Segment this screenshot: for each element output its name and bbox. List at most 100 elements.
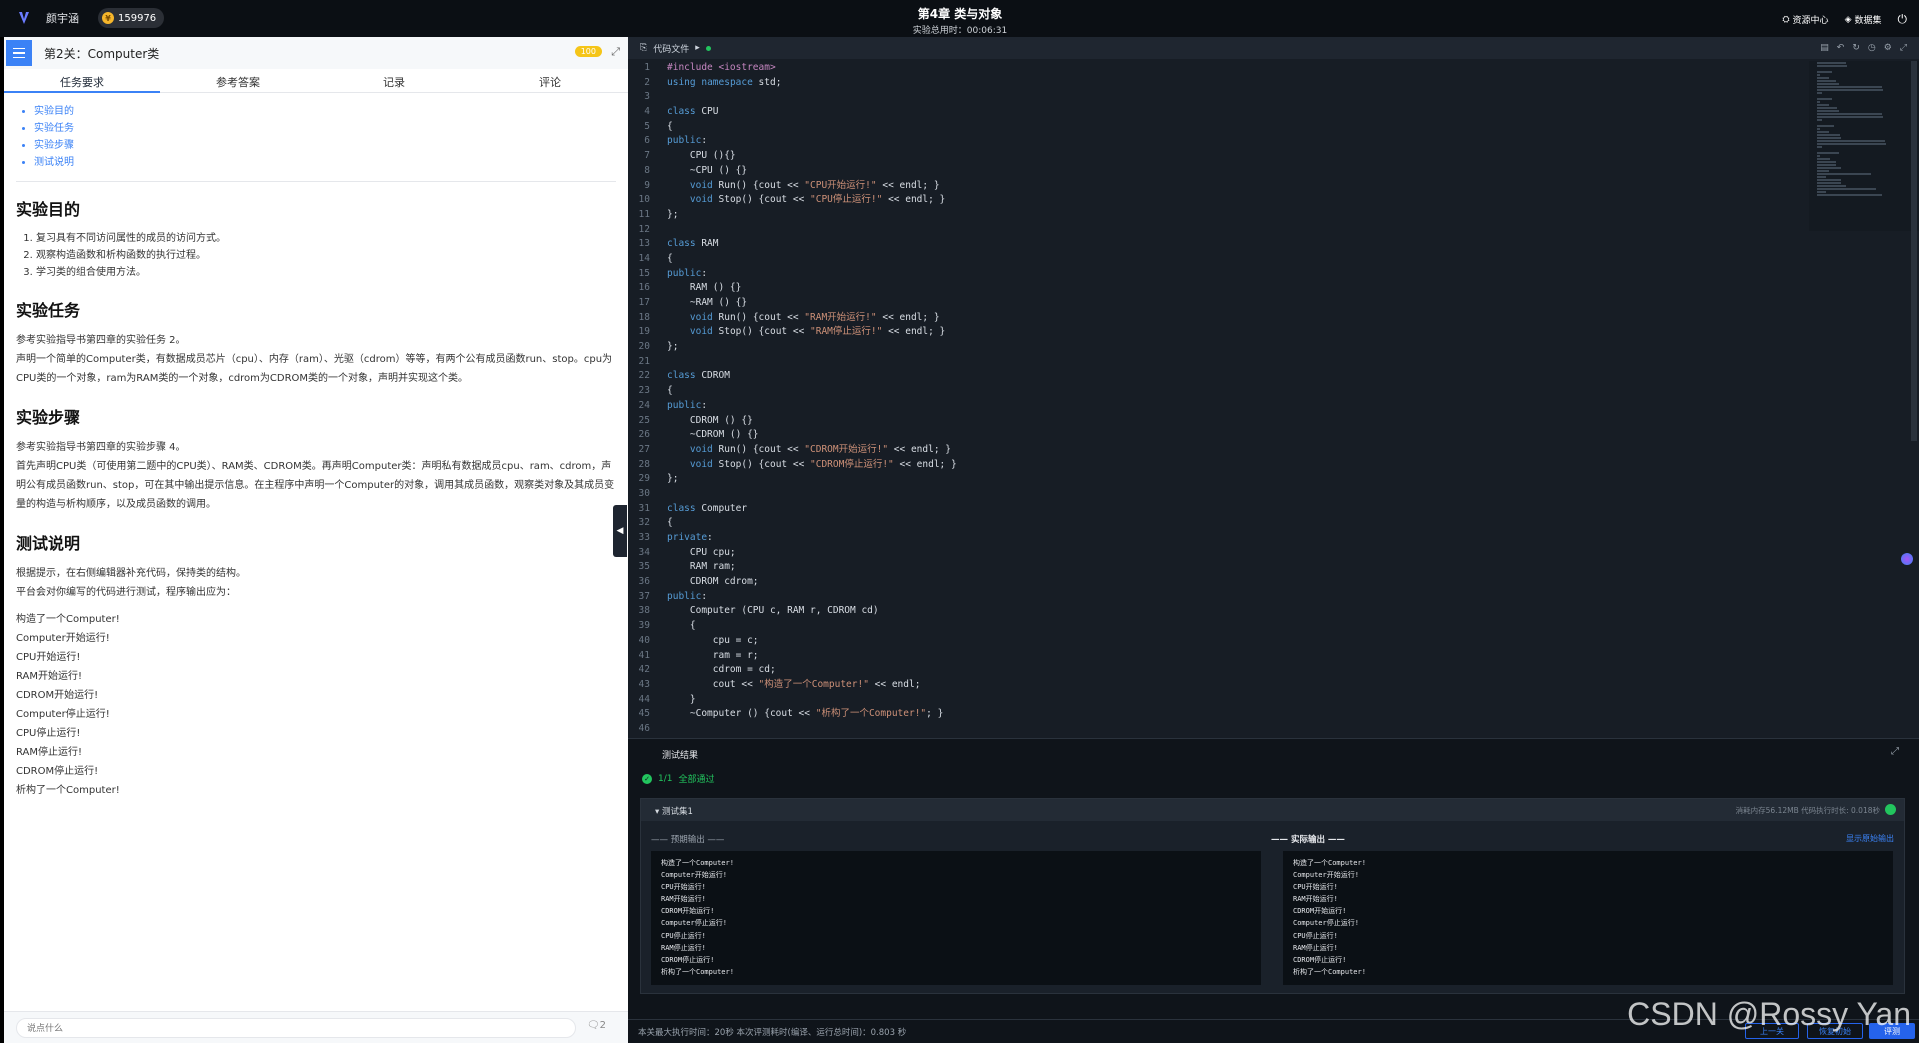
output-line: RAM停止运行! [1293,943,1338,952]
code-line[interactable]: 44 } [628,693,1788,708]
tab-requirements[interactable]: 任务要求 [4,69,160,93]
coin-balance[interactable]: ¥ 159976 [98,8,165,28]
minimap-line [1817,83,1839,85]
code-line[interactable]: 18 void Run() {cout << "RAM开始运行!" << end… [628,311,1788,326]
toc-link-steps[interactable]: 实验步骤 [34,140,74,151]
menu-button[interactable] [6,40,32,66]
code-text: ~Computer () {cout << "析构了一个Computer!"; … [667,708,944,720]
resource-center-link[interactable]: ⛭ 资源中心 [1782,13,1828,27]
comment-count[interactable]: 🗨2 [587,1020,606,1031]
expected-output-label: —— 预期输出 —— [651,835,725,845]
file-tab[interactable]: ⎘ 代码文件 ▸ [640,42,711,55]
code-line[interactable]: 41 ram = r; [628,649,1788,664]
history-icon[interactable]: ◷ [1868,43,1876,53]
minimap-line [1817,158,1831,160]
code-line[interactable]: 14 { [628,252,1788,267]
code-line[interactable]: 16 RAM () {} [628,281,1788,296]
test-case-panel: ▾ 测试集1 消耗内存56.12MB 代码执行时长: 0.018秒 —— 预期输… [640,798,1905,994]
code-line[interactable]: 6 public: [628,134,1788,149]
code-line[interactable]: 22 class CDROM [628,369,1788,384]
run-icon[interactable]: ▸ [695,43,700,53]
code-line[interactable]: 21 [628,355,1788,370]
code-text: #include <iostream> [667,62,776,73]
results-tab[interactable]: 测试结果 [662,748,698,761]
undo-icon[interactable]: ↶ [1837,43,1845,53]
minimap-line [1817,119,1822,121]
code-line[interactable]: 10 void Stop() {cout << "CPU停止运行!" << en… [628,193,1788,208]
expand-results-icon[interactable]: ⤢ [1891,746,1899,757]
code-line[interactable]: 24 public: [628,399,1788,414]
file-tab-label: 代码文件 [653,44,690,55]
minimap-line [1817,185,1846,187]
code-line[interactable]: 29}; [628,472,1788,487]
code-line[interactable]: 45 ~Computer () {cout << "析构了一个Computer!… [628,707,1788,722]
code-area[interactable]: 1 #include <iostream> 2 using namespace std… [628,61,1788,736]
code-line[interactable]: 13 class RAM [628,237,1788,252]
code-line[interactable]: 43 cout << "构造了一个Computer!" << endl; [628,678,1788,693]
code-line[interactable]: 30 [628,487,1788,502]
comment-input[interactable] [16,1018,576,1038]
minimap-line [1817,194,1882,196]
code-line[interactable]: 19 void Stop() {cout << "RAM停止运行!" << en… [628,325,1788,340]
code-line[interactable]: 33 private: [628,531,1788,546]
code-line[interactable]: 20}; [628,340,1788,355]
code-line[interactable]: 4 class CPU [628,105,1788,120]
code-line[interactable]: 46 [628,722,1788,737]
toc-link-test[interactable]: 测试说明 [34,157,74,168]
tab-reference-answer[interactable]: 参考答案 [160,69,316,92]
code-line[interactable]: 9 void Run() {cout << "CPU开始运行!" << endl… [628,179,1788,194]
code-line[interactable]: 36 CDROM cdrom; [628,575,1788,590]
code-line[interactable]: 42 cdrom = cd; [628,663,1788,678]
ai-assistant-icon[interactable] [1901,553,1913,565]
code-line[interactable]: 12 [628,223,1788,238]
code-line[interactable]: 27 void Run() {cout << "CDROM开始运行!" << e… [628,443,1788,458]
code-line[interactable]: 2 using namespace std; [628,76,1788,91]
code-line[interactable]: 11}; [628,208,1788,223]
tab-records[interactable]: 记录 [316,69,472,92]
layout-icon[interactable]: ▤ [1820,43,1829,53]
username[interactable]: 颜宇涵 [46,10,79,26]
code-line[interactable]: 1 #include <iostream> [628,61,1788,76]
settings-icon[interactable]: ⚙ [1884,43,1892,53]
case-pass-icon [1885,804,1896,815]
output-line: RAM开始运行! [661,895,706,904]
line-number: 26 [638,429,650,441]
toc-link-purpose[interactable]: 实验目的 [34,106,74,117]
fullscreen-icon[interactable]: ⤢ [1900,43,1907,53]
line-number: 20 [638,341,650,353]
code-line[interactable]: 38 Computer (CPU c, RAM r, CDROM cd) [628,604,1788,619]
code-line[interactable]: 5{ [628,120,1788,135]
line-number: 43 [638,678,650,690]
code-line[interactable]: 34 CPU cpu; [628,546,1788,561]
toc-link-task[interactable]: 实验任务 [34,123,74,134]
tab-comments[interactable]: 评论 [472,69,628,92]
code-line[interactable]: 31 class Computer [628,502,1788,517]
dataset-link[interactable]: ◈ 数据集 [1845,13,1882,27]
code-line[interactable]: 3 [628,90,1788,105]
code-line[interactable]: 7 CPU (){} [628,149,1788,164]
minimap[interactable] [1809,61,1919,231]
show-raw-output-link[interactable]: 显示原始输出 [1846,833,1894,844]
expand-icon[interactable]: ⤢ [611,45,620,59]
code-line[interactable]: 35 RAM ram; [628,560,1788,575]
code-line[interactable]: 37 public: [628,590,1788,605]
code-line[interactable]: 40 cpu = c; [628,634,1788,649]
power-icon[interactable]: ⏻ [1898,12,1908,27]
code-line[interactable]: 32 { [628,516,1788,531]
code-line[interactable]: 17 ~RAM () {} [628,296,1788,311]
minimap-line [1817,74,1821,76]
editor-scrollbar[interactable] [1911,61,1917,441]
code-line[interactable]: 15 public: [628,267,1788,282]
code-line[interactable]: 8 ~CPU () {} [628,164,1788,179]
code-line[interactable]: 39 { [628,619,1788,634]
logo-icon[interactable] [16,10,32,26]
refresh-icon[interactable]: ↻ [1852,43,1860,53]
code-line[interactable]: 26 ~CDROM () {} [628,428,1788,443]
collapse-panel-handle[interactable]: ◀ [613,505,627,557]
minimap-line [1817,164,1836,166]
code-line[interactable]: 25 CDROM () {} [628,414,1788,429]
test-case-header[interactable]: ▾ 测试集1 消耗内存56.12MB 代码执行时长: 0.018秒 [641,799,1904,821]
code-line[interactable]: 28 void Stop() {cout << "CDROM停止运行!" << … [628,458,1788,473]
code-line[interactable]: 23 { [628,384,1788,399]
